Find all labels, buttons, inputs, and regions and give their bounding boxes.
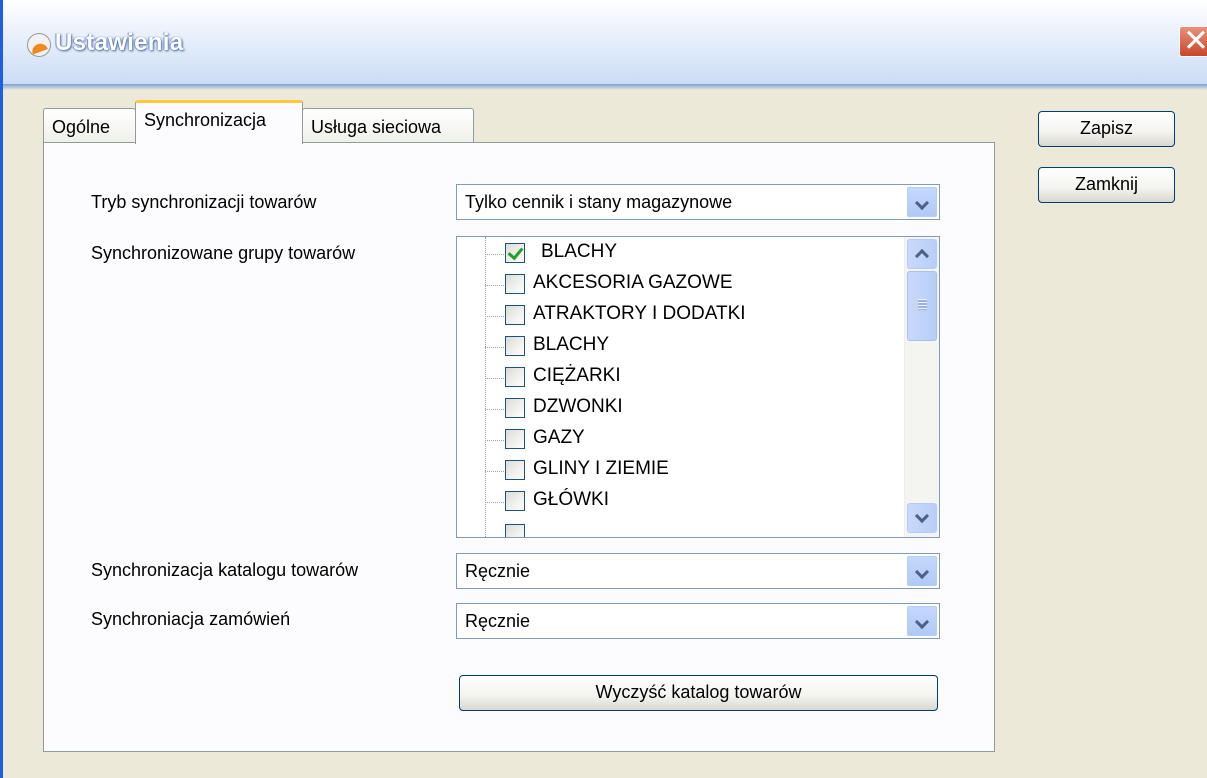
tab-web-service-label: Usługa sieciowa <box>311 117 442 137</box>
chevron-down-icon[interactable] <box>907 606 937 636</box>
window-title: Ustawienia <box>55 29 184 56</box>
sync-mode-value: Tylko cennik i stany magazynowe <box>465 192 733 212</box>
tree-branch <box>485 440 504 441</box>
chevron-down-icon[interactable] <box>907 503 937 533</box>
list-item-partial[interactable] <box>457 520 897 537</box>
group-label: CIĘŻARKI <box>533 365 621 386</box>
vertical-scrollbar[interactable] <box>904 237 939 537</box>
tree-branch <box>485 254 504 255</box>
tab-general[interactable]: Ogólne <box>43 108 136 142</box>
orders-sync-select[interactable]: Ręcznie <box>456 603 940 639</box>
close-button[interactable]: Zamknij <box>1038 167 1175 203</box>
list-item[interactable]: AKCESORIA GAZOWE <box>457 270 897 301</box>
list-item[interactable]: GAZY <box>457 425 897 456</box>
list-item[interactable]: ATRAKTORY I DODATKI <box>457 301 897 332</box>
sync-mode-select[interactable]: Tylko cennik i stany magazynowe <box>456 184 940 220</box>
group-label: AKCESORIA GAZOWE <box>533 272 733 293</box>
tree-branch <box>485 316 504 317</box>
group-label: DZWONKI <box>533 396 623 417</box>
orders-sync-label: Synchroniacja zamówień <box>91 609 291 629</box>
catalog-sync-label: Synchronizacja katalogu towarów <box>91 560 359 580</box>
tree-branch <box>485 378 504 379</box>
orders-sync-value: Ręcznie <box>465 611 531 631</box>
tab-web-service[interactable]: Usługa sieciowa <box>302 108 474 142</box>
scrollbar-thumb[interactable] <box>907 271 937 341</box>
tree-branch <box>485 471 504 472</box>
sync-mode-label: Tryb synchronizacji towarów <box>91 192 317 212</box>
list-item[interactable]: GŁÓWKI <box>457 487 897 518</box>
product-groups-label: Synchronizowane grupy towarów <box>91 243 356 263</box>
group-label: BLACHY <box>533 334 610 355</box>
group-label: ATRAKTORY I DODATKI <box>533 303 746 324</box>
group-checkbox[interactable] <box>505 336 525 356</box>
list-item[interactable]: BLACHY <box>457 332 897 363</box>
catalog-sync-select[interactable]: Ręcznie <box>456 553 940 589</box>
catalog-sync-value: Ręcznie <box>465 561 531 581</box>
group-label: GAZY <box>533 427 585 448</box>
group-label: BLACHY <box>541 241 618 262</box>
chevron-down-icon[interactable] <box>907 187 937 217</box>
tab-general-label: Ogólne <box>52 117 111 137</box>
group-checkbox[interactable] <box>505 398 525 418</box>
group-checkbox[interactable] <box>505 274 525 294</box>
group-checkbox[interactable] <box>505 460 525 480</box>
list-item[interactable]: CIĘŻARKI <box>457 363 897 394</box>
save-button[interactable]: Zapisz <box>1038 111 1175 147</box>
group-label: GLINY I ZIEMIE <box>533 458 669 479</box>
tree-branch <box>485 502 504 503</box>
group-checkbox[interactable] <box>505 429 525 449</box>
group-checkbox[interactable] <box>505 243 525 263</box>
settings-dialog: Ustawienia ✕ Ogólne Synchronizacja Usług… <box>0 0 1207 778</box>
group-checkbox[interactable] <box>505 491 525 511</box>
title-bar-shadow <box>3 84 1207 90</box>
chevron-up-icon[interactable] <box>907 239 937 269</box>
group-label: GŁÓWKI <box>533 489 610 510</box>
tree-branch <box>485 285 504 286</box>
chevron-down-icon[interactable] <box>907 556 937 586</box>
app-logo-icon <box>27 33 51 57</box>
product-groups-list[interactable]: BLACHY AKCESORIA GAZOWE ATRAKTORY I DODA… <box>456 236 940 538</box>
close-icon: ✕ <box>1183 23 1207 59</box>
clear-catalog-button[interactable]: Wyczyść katalog towarów <box>459 675 938 711</box>
tree-branch <box>485 347 504 348</box>
group-checkbox[interactable] <box>505 524 525 537</box>
list-item[interactable]: GLINY I ZIEMIE <box>457 456 897 487</box>
tab-synchronization-label: Synchronizacja <box>144 110 267 130</box>
group-checkbox[interactable] <box>505 367 525 387</box>
tree-branch <box>485 409 504 410</box>
title-bar[interactable]: Ustawienia ✕ <box>3 0 1207 90</box>
group-checkbox[interactable] <box>505 305 525 325</box>
tab-synchronization[interactable]: Synchronizacja <box>135 100 303 144</box>
list-item[interactable]: BLACHY <box>457 239 897 270</box>
list-item[interactable]: DZWONKI <box>457 394 897 425</box>
close-window-button[interactable]: ✕ <box>1179 23 1207 59</box>
